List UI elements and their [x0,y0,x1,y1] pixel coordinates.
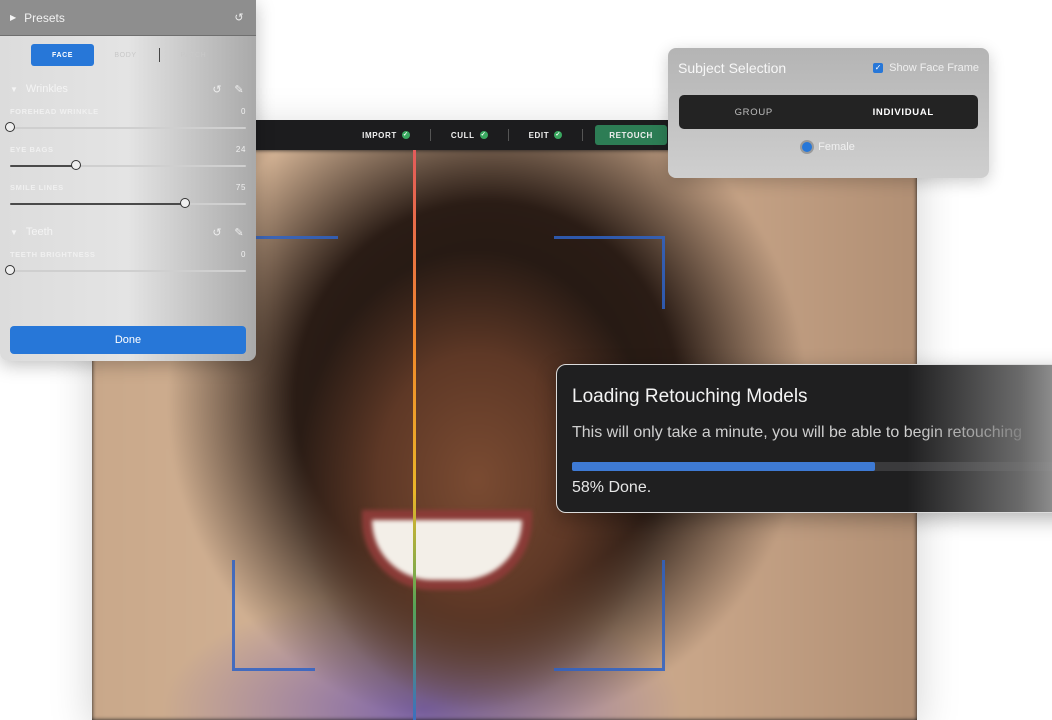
slider-thumb[interactable] [71,160,82,170]
face-frame-corner-top-right [554,236,665,309]
slider-value: 0 [240,249,246,259]
subject-radio-female[interactable]: Female [668,141,989,153]
done-button[interactable]: Done [10,326,246,354]
slider-track[interactable] [5,265,246,275]
slider-track[interactable] [5,122,246,132]
before-after-split-line[interactable] [413,150,416,720]
slider-label: EYE BAGS [10,144,54,154]
progress-percent-label: 58% Done. [572,479,652,496]
caret-down-icon[interactable]: ▼ [10,228,18,237]
nav-edit[interactable]: EDIT ✓ [509,125,583,145]
reset-icon[interactable]: ↺ [210,226,224,239]
checkbox-checked-icon[interactable]: ✓ [873,63,884,73]
loading-models-card: Loading Retouching Models This will only… [556,364,1052,513]
nav-retouch[interactable]: RETOUCH [595,125,667,145]
slider-label: SMILE LINES [10,182,64,192]
slider-value: 75 [235,182,246,192]
slider-track[interactable] [10,198,246,208]
edit-icon[interactable]: ✎ [232,83,246,96]
nav-import[interactable]: IMPORT ✓ [342,125,430,145]
check-circle-icon: ✓ [479,131,488,139]
slider-fill [10,165,77,167]
check-circle-icon: ✓ [554,131,563,139]
section-wrinkles-title: Wrinkles [25,83,68,95]
slider-track[interactable] [10,160,246,170]
nav-cull-label: CULL [450,130,475,140]
presets-title: Presets [24,10,65,25]
nav-divider [582,129,584,141]
slider-thumb[interactable] [5,122,15,132]
slider-fill [10,203,185,205]
nav-cull[interactable]: CULL ✓ [431,125,508,145]
nav-import-label: IMPORT [362,130,397,140]
section-teeth-title: Teeth [25,226,53,238]
subject-selection-title: Subject Selection [678,60,787,76]
subject-mode-segmented-control: GROUP INDIVIDUAL [679,95,978,129]
face-frame-corner-bottom-left [232,560,315,671]
radio-selected-icon[interactable] [802,142,813,152]
segment-group[interactable]: GROUP [679,107,829,118]
nav-retouch-label: RETOUCH [609,130,653,140]
tab-divider [159,48,160,62]
show-face-frame-label: Show Face Frame [889,62,979,74]
slider-value: 0 [240,106,246,116]
loading-message: This will only take a minute, you will b… [572,424,1023,441]
slider-eye-bags: EYE BAGS 24 [0,143,256,181]
slider-label: FOREHEAD WRINKLE [10,106,99,116]
segment-individual[interactable]: INDIVIDUAL [829,107,979,118]
subject-selection-panel: Subject Selection ✓ Show Face Frame GROU… [668,48,989,178]
tab-body[interactable]: BODY [94,44,157,66]
tab-face[interactable]: FACE [31,44,94,66]
section-teeth[interactable]: ▼ Teeth ↺ ✎ [0,222,256,242]
tab-patch[interactable]: PATCH [162,44,225,66]
check-circle-icon: ✓ [401,131,410,139]
reset-icon[interactable]: ↺ [232,11,246,24]
slider-thumb[interactable] [179,198,190,208]
loading-title: Loading Retouching Models [572,386,808,407]
slider-label: TEETH BRIGHTNESS [10,249,96,259]
radio-female-label: Female [818,141,855,153]
presets-tabs: FACE BODY PATCH [0,44,256,66]
slider-forehead-wrinkle: FOREHEAD WRINKLE 0 [0,105,256,143]
slider-teeth-brightness: TEETH BRIGHTNESS 0 [0,248,256,286]
caret-right-icon[interactable]: ▶ [10,13,16,22]
presets-panel: ▶ Presets ↺ FACE BODY PATCH ▼ Wrinkles ↺… [0,0,256,361]
face-frame-corner-bottom-right [554,560,665,671]
progress-bar-fill [572,462,876,471]
slider-smile-lines: SMILE LINES 75 [0,181,256,219]
caret-down-icon[interactable]: ▼ [10,85,18,94]
nav-edit-label: EDIT [528,130,550,140]
section-wrinkles[interactable]: ▼ Wrinkles ↺ ✎ [0,79,256,99]
show-face-frame-toggle[interactable]: ✓ Show Face Frame [873,62,979,74]
slider-value: 24 [235,144,246,154]
reset-icon[interactable]: ↺ [210,83,224,96]
slider-thumb[interactable] [5,265,15,275]
progress-bar [572,462,1052,471]
face-frame-corner-top-left [252,236,338,279]
presets-header[interactable]: ▶ Presets ↺ [0,0,256,36]
edit-icon[interactable]: ✎ [232,226,246,239]
